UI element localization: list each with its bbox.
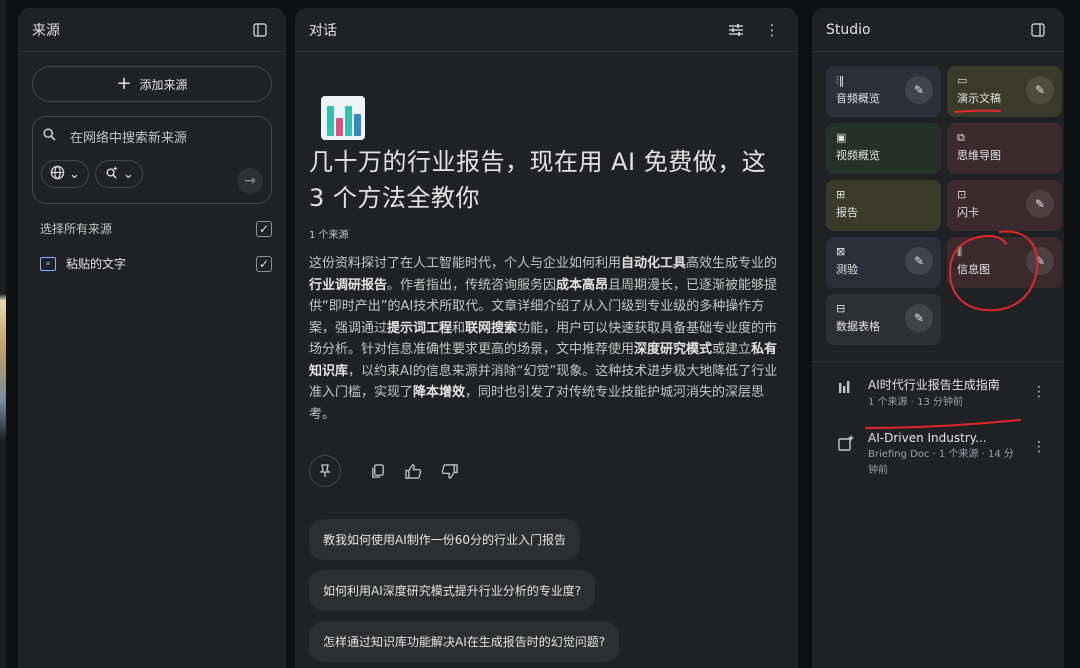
tile-label: 思维导图	[957, 149, 1001, 162]
studio-tiles: ⫶‖ 音频概览 ✎ ▭ 演示文稿 ✎ ▣ 视频概览 ⧉ 思维导图 ⊞ 报告 ⊡ …	[812, 52, 1064, 345]
chevron-down-icon: ⌄	[122, 166, 134, 182]
summary-bold-fragment: 深度研究模式	[634, 342, 713, 357]
edit-pencil-icon[interactable]: ✎	[1026, 190, 1054, 218]
summary-bold-fragment: 行业调研报告	[309, 277, 388, 293]
notebook-emoji-icon	[321, 96, 365, 140]
suggested-question[interactable]: 怎样通过知识库功能解决AI在生成报告时的幻觉问题?	[309, 621, 620, 662]
search-icon	[43, 128, 56, 145]
note-add-icon	[838, 435, 854, 455]
note-meta: Briefing Doc · 1 个来源 · 14 分钟前	[868, 449, 1014, 476]
web-source-dropdown[interactable]: ⌄	[41, 160, 89, 188]
sources-header: 来源	[18, 8, 286, 52]
tile-infographic[interactable]: ⫼ 信息图 ✎	[947, 237, 1062, 288]
submit-search-button[interactable]: →	[237, 168, 263, 194]
summary-fragment: 和	[452, 320, 466, 336]
summary-fragment: 高效生成专业的	[686, 256, 778, 271]
studio-header: Studio	[812, 8, 1064, 52]
search-input[interactable]: 在网络中搜索新来源	[70, 127, 187, 146]
left-edge-strip	[0, 0, 6, 668]
suggested-question[interactable]: 教我如何使用AI制作一份60分的行业入门报告	[309, 519, 581, 560]
edit-pencil-icon[interactable]: ✎	[905, 304, 933, 332]
chat-header: 对话 ⋮	[295, 8, 798, 52]
studio-note-item[interactable]: AI时代行业报告生成指南 1 个来源 · 13 分钟前 ⋮	[812, 362, 1064, 411]
summary-fragment: 或建立	[712, 342, 752, 357]
text-source-icon: ≡	[40, 256, 56, 271]
suggested-question[interactable]: 如何利用AI深度研究模式提升行业分析的专业度?	[309, 570, 596, 611]
source-item-label: 粘贴的文字	[66, 257, 127, 271]
note-title: AI-Driven Industry...	[868, 431, 987, 445]
tile-video-overview[interactable]: ▣ 视频概览	[826, 123, 941, 174]
summary-bold-fragment: 联网搜索	[465, 320, 518, 336]
summary-fragment: 这份资料探讨了在人工智能时代，个人与企业如何利用	[309, 256, 622, 271]
tile-audio-overview[interactable]: ⫶‖ 音频概览 ✎	[826, 66, 941, 117]
select-all-checkbox[interactable]: ✓	[256, 220, 272, 237]
tile-label: 视频概览	[836, 149, 880, 162]
bar-chart-icon	[838, 380, 854, 398]
tile-slides[interactable]: ▭ 演示文稿 ✎	[947, 66, 1062, 117]
sparkle-search-icon	[104, 165, 119, 184]
summary-bold-fragment: 降本增效	[413, 385, 466, 400]
more-vert-icon[interactable]: ⋮	[1032, 439, 1046, 455]
edit-pencil-icon[interactable]: ✎	[905, 247, 933, 275]
globe-icon	[50, 165, 65, 184]
tune-settings-icon[interactable]	[724, 18, 748, 42]
copy-button[interactable]	[363, 457, 391, 485]
tile-data-table[interactable]: ⊟ 数据表格 ✎	[826, 294, 941, 345]
studio-note-item[interactable]: AI-Driven Industry... Briefing Doc · 1 个…	[812, 411, 1064, 479]
select-all-label: 选择所有来源	[40, 222, 113, 236]
summary-bold-fragment: 自动化工具	[621, 256, 687, 271]
chat-title: 对话	[309, 22, 337, 39]
edit-pencil-icon[interactable]: ✎	[1026, 247, 1054, 275]
report-icon: ⊞	[836, 188, 846, 201]
sources-panel: 来源 + 添加来源 在网络中搜索新来源 ⌄ ⌄ → 选择所有来源 ✓ ≡ 粘贴的…	[18, 8, 286, 668]
collapse-panel-icon[interactable]	[1026, 18, 1050, 42]
tile-mindmap[interactable]: ⧉ 思维导图	[947, 123, 1062, 174]
tile-label: 报告	[836, 206, 858, 219]
suggested-questions: 教我如何使用AI制作一份60分的行业入门报告 如何利用AI深度研究模式提升行业分…	[309, 509, 782, 662]
summary-bold-fragment: 成本高昂	[556, 277, 609, 293]
source-count: 1 个来源	[309, 230, 349, 241]
research-mode-dropdown[interactable]: ⌄	[94, 160, 143, 188]
edit-pencil-icon[interactable]: ✎	[905, 76, 933, 104]
source-item[interactable]: ≡ 粘贴的文字 ✓	[40, 255, 272, 272]
plus-icon: +	[116, 73, 132, 94]
note-title: AI时代行业报告生成指南	[868, 378, 1000, 392]
select-all-row[interactable]: 选择所有来源 ✓	[40, 220, 272, 237]
studio-panel: Studio ⫶‖ 音频概览 ✎ ▭ 演示文稿 ✎ ▣ 视频概览 ⧉ 思维导图 …	[812, 8, 1064, 668]
source-item-checkbox[interactable]: ✓	[256, 255, 272, 272]
tile-report[interactable]: ⊞ 报告	[826, 180, 941, 231]
summary-bold-fragment: 提示词工程	[387, 320, 453, 336]
more-vert-icon[interactable]: ⋮	[1032, 384, 1046, 400]
note-meta: 1 个来源 · 13 分钟前	[868, 397, 963, 408]
video-icon: ▣	[836, 131, 847, 144]
summary-fragment: 。作者指出，传统咨询服务因	[387, 277, 557, 293]
chevron-down-icon: ⌄	[69, 166, 80, 182]
pin-note-button[interactable]	[309, 455, 341, 487]
web-search-box: 在网络中搜索新来源 ⌄ ⌄ →	[32, 116, 272, 204]
add-source-label: 添加来源	[139, 77, 188, 92]
search-row[interactable]: 在网络中搜索新来源	[41, 127, 263, 146]
collapse-panel-icon[interactable]	[248, 18, 272, 42]
summary-actions	[309, 455, 782, 487]
thumbs-down-icon[interactable]	[435, 457, 463, 485]
notebook-heading: 几十万的行业报告，现在用 AI 免费做，这 3 个方法全教你	[309, 148, 767, 212]
tile-flashcards[interactable]: ⊡ 闪卡 ✎	[947, 180, 1062, 231]
thumbs-up-icon[interactable]	[399, 457, 427, 485]
tile-quiz[interactable]: ⊠ 测验 ✎	[826, 237, 941, 288]
more-vert-icon[interactable]: ⋮	[760, 18, 784, 42]
chat-panel: 对话 ⋮ 几十万的行业报告，现在用 AI 免费做，这 3 个方法全教你 1 个来…	[295, 8, 798, 668]
edit-pencil-icon[interactable]: ✎	[1026, 76, 1054, 104]
mindmap-icon: ⧉	[957, 131, 965, 144]
studio-title: Studio	[826, 21, 871, 38]
notebook-summary: 这份资料探讨了在人工智能时代，个人与企业如何利用自动化工具高效生成专业的行业调研…	[309, 253, 782, 425]
search-options: ⌄ ⌄	[41, 160, 263, 188]
arrow-right-icon: →	[244, 173, 256, 189]
add-source-button[interactable]: + 添加来源	[32, 66, 272, 102]
sources-title: 来源	[32, 22, 60, 39]
